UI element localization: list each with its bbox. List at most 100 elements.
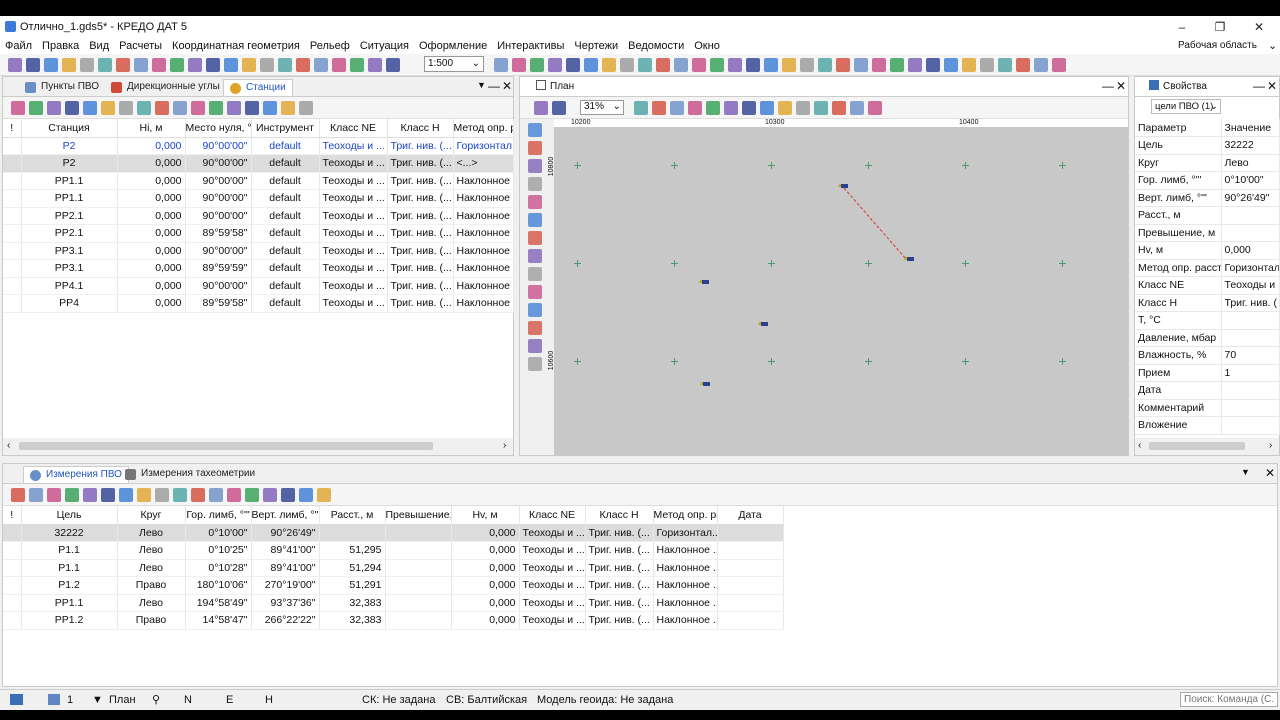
menu-item[interactable]: Оформление [414, 38, 492, 54]
property-value[interactable]: 1 [1221, 364, 1280, 382]
measurements-tool-icon[interactable] [281, 488, 295, 502]
tab-stations[interactable]: Станции [223, 79, 293, 96]
menu-item[interactable]: Интерактивы [492, 38, 569, 54]
column-header[interactable]: Инструмент [251, 119, 320, 138]
plan-side-tool-icon[interactable] [528, 123, 542, 137]
main2-tool-icon[interactable] [620, 58, 634, 72]
main2-tool-icon[interactable] [512, 58, 526, 72]
stations-tool-icon[interactable] [263, 101, 277, 115]
main-tool-icon[interactable] [26, 58, 40, 72]
property-value[interactable] [1221, 329, 1280, 347]
measurements-tool-icon[interactable] [209, 488, 223, 502]
tab-directional-angles[interactable]: Дирекционные углы [105, 79, 226, 96]
scroll-right-icon[interactable]: › [1269, 440, 1272, 451]
property-value[interactable]: 0,000 [1221, 241, 1280, 260]
table-row[interactable]: РР2.1 0,000 89°59'58" default Теоходы и ... Т… [3, 224, 514, 243]
scroll-left-icon[interactable]: ‹ [1138, 440, 1141, 451]
main2-tool-icon[interactable] [674, 58, 688, 72]
maximize-button[interactable]: ❐ [1205, 18, 1235, 36]
table-row[interactable]: Р2 0,000 90°00'00" default Теоходы и ... Триг… [3, 154, 514, 173]
table-row[interactable]: Р1.1 Лево 0°10'25" 89°41'00" 51,295 0,000 Теох… [3, 541, 784, 560]
workspace-arrow-icon[interactable]: ⌄ [1268, 39, 1277, 52]
main2-tool-icon[interactable] [530, 58, 544, 72]
stations-tool-icon[interactable] [281, 101, 295, 115]
main2-tool-icon[interactable] [854, 58, 868, 72]
main-tool-icon[interactable] [296, 58, 310, 72]
property-row[interactable]: Верт. лимб, °'" 90°26'49" [1135, 189, 1280, 207]
table-row[interactable]: РР2.1 0,000 90°00'00" default Теоходы и ... Т… [3, 207, 514, 225]
column-header[interactable]: Место нуля, °'" [185, 119, 252, 138]
plan-side-tool-icon[interactable] [528, 177, 542, 191]
column-header[interactable]: Класс NE [519, 506, 586, 525]
property-value[interactable] [1221, 416, 1280, 435]
station-marker[interactable] [758, 321, 768, 326]
plan-view-tool-icon[interactable] [742, 101, 756, 115]
plan-tool-icon[interactable] [534, 101, 548, 115]
main2-tool-icon[interactable] [998, 58, 1012, 72]
main2-tool-icon[interactable] [908, 58, 922, 72]
property-value[interactable] [1221, 381, 1280, 400]
plan-view-tool-icon[interactable] [688, 101, 702, 115]
main-tool-icon[interactable] [116, 58, 130, 72]
main-tool-icon[interactable] [152, 58, 166, 72]
plan-close-icon[interactable]: ✕ [1116, 79, 1126, 93]
scroll-thumb[interactable] [1149, 442, 1245, 450]
column-header[interactable]: Класс H [585, 506, 654, 525]
filter-icon[interactable]: ▼ [92, 694, 103, 706]
measurements-tool-icon[interactable] [155, 488, 169, 502]
column-header[interactable]: Hi, м [117, 119, 186, 138]
measurements-tool-icon[interactable] [137, 488, 151, 502]
main-tool-icon[interactable] [224, 58, 238, 72]
table-row[interactable]: РР1.1 Лево 194°58'49" 93°37'36" 32,383 0,000 Т… [3, 594, 784, 612]
main2-tool-icon[interactable] [584, 58, 598, 72]
table-row[interactable]: РР4 0,000 89°59'58" default Теоходы и ... Три… [3, 294, 514, 313]
column-header[interactable]: Класс NE [319, 119, 388, 138]
station-marker[interactable] [904, 256, 914, 261]
measurements-tool-icon[interactable] [119, 488, 133, 502]
column-header[interactable]: Метод опр. расст. [653, 506, 718, 525]
column-header[interactable]: Метод опр. расст. [453, 119, 514, 138]
property-value[interactable]: 70 [1221, 346, 1280, 365]
plan-side-tool-icon[interactable] [528, 339, 542, 353]
plan-view-tool-icon[interactable] [832, 101, 846, 115]
property-row[interactable]: Класс H Триг. нив. ( [1135, 294, 1280, 312]
stations-tool-icon[interactable] [173, 101, 187, 115]
plan-view-tool-icon[interactable] [850, 101, 864, 115]
table-row[interactable]: Р1.2 Право 180°10'06" 270°19'00" 51,291 0,000… [3, 576, 784, 595]
main2-tool-icon[interactable] [494, 58, 508, 72]
main-tool-icon[interactable] [368, 58, 382, 72]
menu-item[interactable]: Рельеф [305, 38, 355, 54]
table-row[interactable]: РР3.1 0,000 90°00'00" default Теоходы и ... Т… [3, 242, 514, 260]
main2-tool-icon[interactable] [1052, 58, 1066, 72]
property-value[interactable] [1221, 399, 1280, 417]
table-row[interactable]: РР3.1 0,000 89°59'59" default Теоходы и ... Т… [3, 259, 514, 278]
stations-tool-icon[interactable] [227, 101, 241, 115]
properties-selector[interactable]: цели ПВО (1) ⌄ [1151, 99, 1221, 114]
main-tool-icon[interactable] [98, 58, 112, 72]
panel-menu-icon[interactable]: ▼ [1241, 467, 1250, 477]
plan-side-tool-icon[interactable] [528, 213, 542, 227]
plan-view-tool-icon[interactable] [724, 101, 738, 115]
column-header[interactable]: Hv, м [451, 506, 520, 525]
plan-minimize-icon[interactable]: — [1102, 79, 1114, 93]
station-marker[interactable] [838, 183, 848, 188]
main2-tool-icon[interactable] [764, 58, 778, 72]
main2-tool-icon[interactable] [728, 58, 742, 72]
measurements-tool-icon[interactable] [29, 488, 43, 502]
property-value[interactable] [1221, 224, 1280, 242]
stations-tool-icon[interactable] [101, 101, 115, 115]
scroll-left-icon[interactable]: ‹ [7, 440, 10, 451]
station-marker[interactable] [700, 381, 710, 386]
main-tool-icon[interactable] [242, 58, 256, 72]
stations-tool-icon[interactable] [11, 101, 25, 115]
main2-tool-icon[interactable] [836, 58, 850, 72]
main-tool-icon[interactable] [314, 58, 328, 72]
plan-view-tool-icon[interactable] [760, 101, 774, 115]
main2-tool-icon[interactable] [692, 58, 706, 72]
table-row[interactable]: 32222 Лево 0°10'00" 90°26'49" 0,000 Теоходы и… [3, 524, 784, 542]
scroll-thumb[interactable] [19, 442, 433, 450]
measurements-tool-icon[interactable] [299, 488, 313, 502]
main2-tool-icon[interactable] [602, 58, 616, 72]
main-tool-icon[interactable] [278, 58, 292, 72]
menu-item[interactable]: Вид [84, 38, 114, 54]
